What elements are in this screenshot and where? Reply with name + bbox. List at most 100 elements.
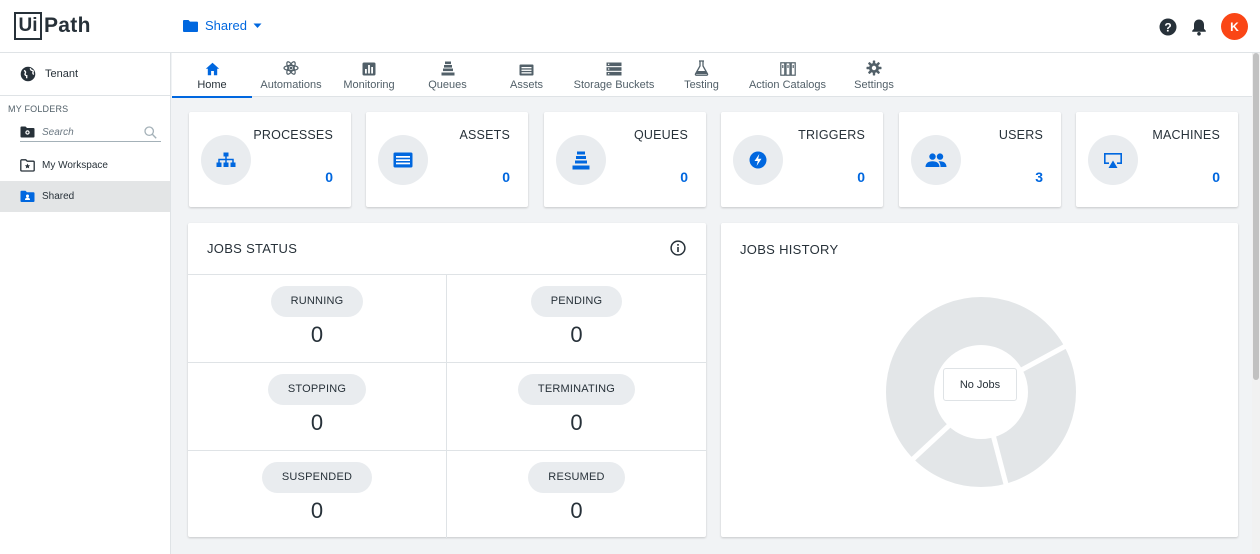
folder-item-shared[interactable]: Shared bbox=[0, 181, 170, 212]
globe-icon bbox=[20, 66, 36, 82]
main-nav-tabs: Home Automations Monitoring Queues Asset… bbox=[172, 53, 1252, 98]
status-count-stopping: 0 bbox=[310, 410, 324, 435]
jobs-history-title: JOBS HISTORY bbox=[740, 241, 839, 257]
stat-title: TRIGGERS bbox=[798, 128, 865, 142]
tenant-item[interactable]: Tenant bbox=[0, 53, 170, 96]
users-card[interactable]: USERS 3 bbox=[899, 112, 1061, 207]
processes-card[interactable]: PROCESSES 0 bbox=[189, 112, 351, 207]
tab-label: Settings bbox=[854, 79, 894, 91]
stat-value[interactable]: 0 bbox=[857, 169, 865, 185]
stat-value[interactable]: 3 bbox=[1035, 169, 1043, 185]
tab-label: Automations bbox=[260, 79, 322, 91]
stat-title: QUEUES bbox=[634, 128, 688, 142]
scrollbar-thumb[interactable] bbox=[1253, 53, 1259, 380]
stat-value[interactable]: 0 bbox=[680, 169, 688, 185]
status-pill-suspended[interactable]: SUSPENDED bbox=[261, 462, 373, 493]
status-count-pending: 0 bbox=[570, 322, 583, 347]
workspace-star-folder-icon bbox=[20, 159, 35, 172]
tab-assets[interactable]: Assets bbox=[487, 53, 566, 97]
my-folders-heading: MY FOLDERS bbox=[8, 104, 69, 114]
status-pending: PENDING 0 bbox=[447, 275, 706, 363]
tab-home[interactable]: Home bbox=[172, 53, 252, 98]
tab-monitoring[interactable]: Monitoring bbox=[330, 53, 408, 97]
status-pill-resumed[interactable]: RESUMED bbox=[528, 462, 625, 493]
info-icon[interactable] bbox=[670, 240, 686, 256]
status-suspended: SUSPENDED 0 bbox=[188, 451, 447, 539]
jobs-status-grid: RUNNING 0 PENDING 0 STOPPING 0 TERMINATI… bbox=[188, 275, 706, 539]
status-count-resumed: 0 bbox=[570, 498, 583, 523]
tab-label: Home bbox=[197, 79, 227, 91]
users-icon bbox=[925, 153, 947, 167]
notifications-bell-icon[interactable] bbox=[1191, 18, 1207, 36]
triggers-card[interactable]: TRIGGERS 0 bbox=[721, 112, 883, 207]
machines-card[interactable]: MACHINES 0 bbox=[1076, 112, 1238, 207]
status-pill-terminating[interactable]: TERMINATING bbox=[517, 374, 636, 405]
tab-action-catalogs[interactable]: Action Catalogs bbox=[741, 53, 834, 97]
no-jobs-label: No Jobs bbox=[943, 368, 1017, 401]
uipath-logo[interactable]: Ui Path bbox=[14, 12, 91, 40]
svg-text:?: ? bbox=[1164, 20, 1171, 34]
tab-settings[interactable]: Settings bbox=[834, 53, 914, 97]
folder-search bbox=[20, 123, 161, 142]
status-pill-pending[interactable]: PENDING bbox=[530, 286, 623, 317]
page-scrollbar[interactable] bbox=[1252, 53, 1260, 554]
queues-icon bbox=[441, 61, 454, 76]
tab-label: Testing bbox=[684, 79, 719, 91]
stat-icon-circle bbox=[201, 135, 251, 185]
assets-icon bbox=[519, 64, 534, 76]
folder-picker[interactable]: Shared bbox=[182, 18, 262, 33]
stat-icon-circle bbox=[911, 135, 961, 185]
queues-icon bbox=[572, 151, 590, 169]
jobs-status-header: JOBS STATUS bbox=[188, 223, 706, 275]
tab-label: Assets bbox=[509, 79, 543, 91]
settings-gear-icon bbox=[866, 60, 882, 76]
user-avatar[interactable]: K bbox=[1221, 13, 1248, 40]
queues-card[interactable]: QUEUES 0 bbox=[544, 112, 706, 207]
stat-title: USERS bbox=[998, 128, 1043, 142]
status-pill-stopping[interactable]: STOPPING bbox=[267, 374, 367, 405]
assets-card[interactable]: ASSETS 0 bbox=[366, 112, 528, 207]
tab-label: Queues bbox=[428, 79, 467, 91]
jobs-status-title: JOBS STATUS bbox=[207, 241, 298, 256]
folder-picker-label: Shared bbox=[205, 18, 247, 33]
status-resumed: RESUMED 0 bbox=[447, 451, 706, 539]
header-actions: ? K bbox=[1159, 13, 1248, 40]
status-stopping: STOPPING 0 bbox=[188, 363, 447, 451]
jobs-history-card: JOBS HISTORY No Jobs bbox=[721, 223, 1238, 537]
automations-icon bbox=[283, 61, 299, 75]
triggers-icon bbox=[749, 151, 767, 169]
stat-value[interactable]: 0 bbox=[502, 169, 510, 185]
processes-icon bbox=[216, 152, 236, 167]
tab-storage-buckets[interactable]: Storage Buckets bbox=[566, 53, 662, 97]
tab-testing[interactable]: Testing bbox=[662, 53, 741, 97]
stat-value[interactable]: 0 bbox=[1212, 169, 1220, 185]
jobs-status-card: JOBS STATUS RUNNING 0 PENDING 0 STOPPING… bbox=[188, 223, 706, 539]
tab-automations[interactable]: Automations bbox=[252, 53, 330, 97]
stat-value[interactable]: 0 bbox=[325, 169, 333, 185]
home-icon bbox=[205, 62, 219, 76]
stat-icon-circle bbox=[1088, 135, 1138, 185]
stat-title: MACHINES bbox=[1152, 128, 1220, 142]
status-terminating: TERMINATING 0 bbox=[447, 363, 706, 451]
tab-queues[interactable]: Queues bbox=[408, 53, 487, 97]
status-running: RUNNING 0 bbox=[188, 275, 447, 363]
folder-item-my-workspace[interactable]: My Workspace bbox=[0, 150, 170, 181]
folder-search-input[interactable] bbox=[42, 126, 132, 138]
tab-label: Monitoring bbox=[343, 79, 395, 91]
status-count-suspended: 0 bbox=[310, 498, 324, 523]
stat-title: PROCESSES bbox=[253, 128, 333, 142]
stat-icon-circle bbox=[733, 135, 783, 185]
stat-icon-circle bbox=[378, 135, 428, 185]
stat-title: ASSETS bbox=[459, 128, 510, 142]
search-icon[interactable] bbox=[144, 125, 157, 139]
logo-box: Ui bbox=[14, 12, 42, 40]
top-header: Ui Path Shared ? K bbox=[0, 0, 1260, 53]
logo-text: Path bbox=[44, 14, 91, 37]
shared-folder-icon bbox=[20, 190, 35, 202]
status-count-terminating: 0 bbox=[570, 410, 583, 435]
assets-icon bbox=[393, 152, 413, 168]
status-pill-running[interactable]: RUNNING bbox=[270, 286, 364, 317]
chevron-down-icon bbox=[253, 23, 262, 28]
stat-icon-circle bbox=[556, 135, 606, 185]
help-icon[interactable]: ? bbox=[1159, 18, 1177, 36]
